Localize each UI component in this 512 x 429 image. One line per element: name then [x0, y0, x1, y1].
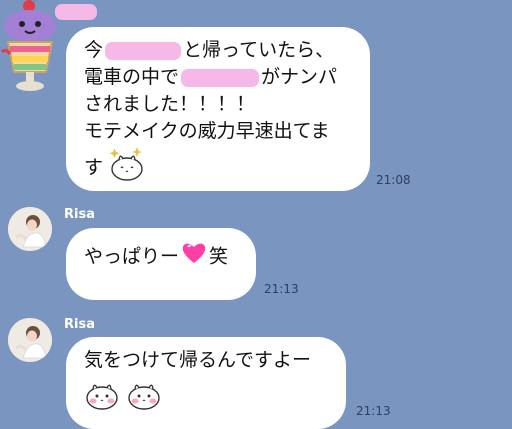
- message-bubble-1[interactable]: 今 と帰っていたら、 電車の中で がナンパ されました！！！！ モテメイクの威力早速…: [66, 27, 370, 191]
- message-bubble-2[interactable]: やっぱりー 笑: [66, 228, 256, 300]
- message-1-text: 電車の中で: [84, 66, 180, 88]
- redacted-name: [181, 68, 260, 87]
- message-1-line-2: 電車の中で がナンパ: [84, 64, 356, 91]
- timestamp: 21:13: [264, 282, 299, 296]
- message-1-text: す: [84, 156, 104, 179]
- message-bubble-3[interactable]: 気をつけて帰るんですよー: [66, 337, 346, 429]
- sender-name: Risa: [64, 317, 95, 332]
- message-1-line-1: 今 と帰っていたら、: [84, 37, 356, 64]
- timestamp: 21:13: [356, 404, 391, 418]
- parfait-avatar-icon[interactable]: [0, 0, 60, 96]
- message-1-text: 今: [84, 39, 104, 61]
- message-3-line-1: 気をつけて帰るんですよー: [84, 347, 346, 374]
- message-3-text: 気をつけて帰るんですよー: [84, 349, 312, 371]
- risa-avatar[interactable]: [8, 207, 52, 251]
- message-1-text: モテメイクの威力早速出てま: [84, 120, 330, 142]
- blushing-rabbit-icon: [84, 380, 120, 418]
- message-2-text: やっぱりー: [84, 245, 180, 268]
- message-1-text: と帰っていたら、: [183, 39, 335, 61]
- redacted-name: [105, 41, 182, 60]
- message-1-text: がナンパ: [261, 66, 338, 88]
- message-3-stickers: [84, 380, 346, 418]
- risa-avatar[interactable]: [8, 318, 52, 362]
- timestamp: 21:08: [376, 173, 411, 187]
- message-1-line-4: モテメイクの威力早速出てま: [84, 118, 356, 145]
- message-1-line-3: されました！！！！: [84, 91, 356, 118]
- sender-name: Risa: [64, 207, 95, 222]
- sparkle-rabbit-icon: [109, 147, 145, 189]
- redacted-sender-name: [55, 4, 97, 20]
- message-1-line-5: す: [84, 147, 356, 189]
- message-2-suffix: 笑: [209, 245, 229, 268]
- message-1-text: されました！！！！: [84, 93, 256, 115]
- pink-heart-icon: [178, 241, 210, 273]
- blushing-rabbit-icon: [126, 380, 162, 418]
